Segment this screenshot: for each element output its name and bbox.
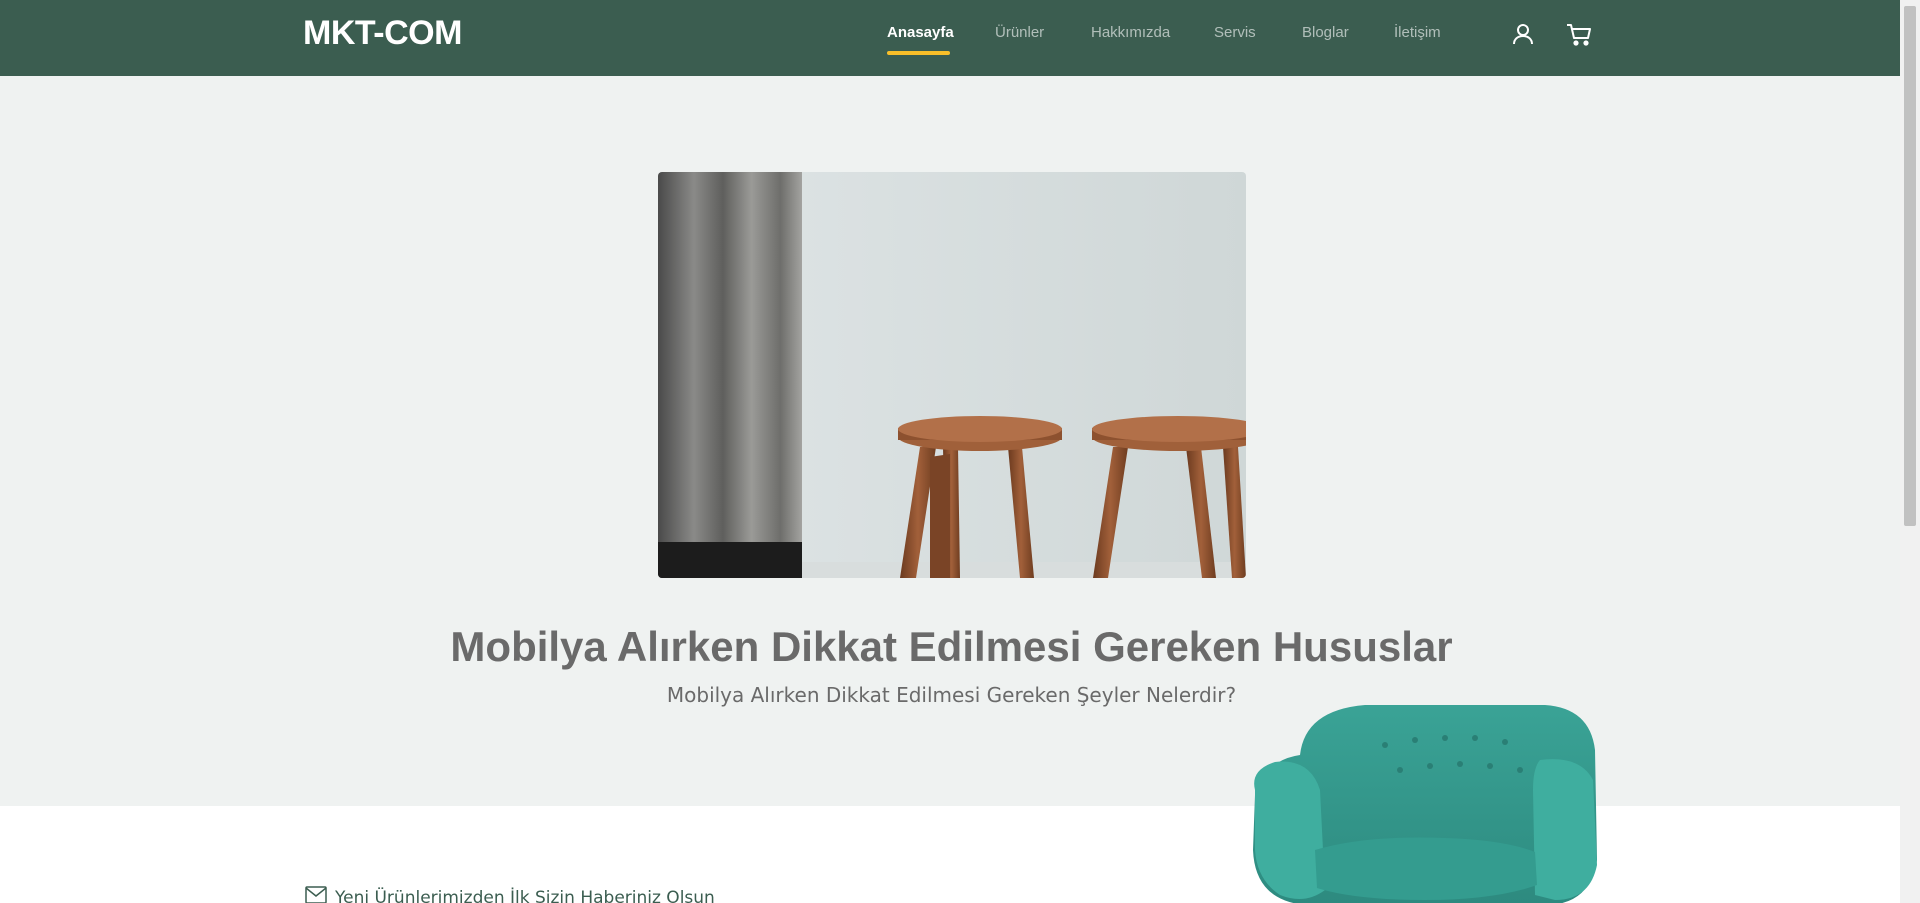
sofa-image — [1245, 700, 1600, 903]
active-nav-indicator — [887, 51, 950, 55]
envelope-icon — [305, 886, 327, 903]
hero-subtitle: Mobilya Alırken Dikkat Edilmesi Gereken … — [666, 683, 1237, 707]
nav-link-service[interactable]: Servis — [1214, 24, 1256, 41]
nav-link-about[interactable]: Hakkımızda — [1091, 24, 1170, 41]
cart-icon[interactable] — [1565, 20, 1593, 48]
navbar: MKT-COM Anasayfa Ürünler Hakkımızda Serv… — [0, 0, 1900, 76]
newsletter-heading: Yeni Ürünlerimizden İlk Sizin Haberiniz … — [305, 886, 715, 903]
brand-logo[interactable]: MKT-COM — [303, 14, 462, 53]
newsletter-text: Yeni Ürünlerimizden İlk Sizin Haberiniz … — [335, 887, 715, 903]
hero-image-stools — [658, 172, 1246, 578]
nav-link-products[interactable]: Ürünler — [995, 24, 1044, 41]
scrollbar-thumb[interactable] — [1904, 6, 1916, 526]
newsletter-section — [0, 806, 1900, 903]
nav-link-contact[interactable]: İletişim — [1394, 24, 1441, 41]
hero-title: Mobilya Alırken Dikkat Edilmesi Gereken … — [450, 623, 1453, 670]
nav-link-blogs[interactable]: Bloglar — [1302, 24, 1349, 41]
user-icon[interactable] — [1509, 20, 1537, 48]
nav-link-home[interactable]: Anasayfa — [887, 24, 954, 41]
